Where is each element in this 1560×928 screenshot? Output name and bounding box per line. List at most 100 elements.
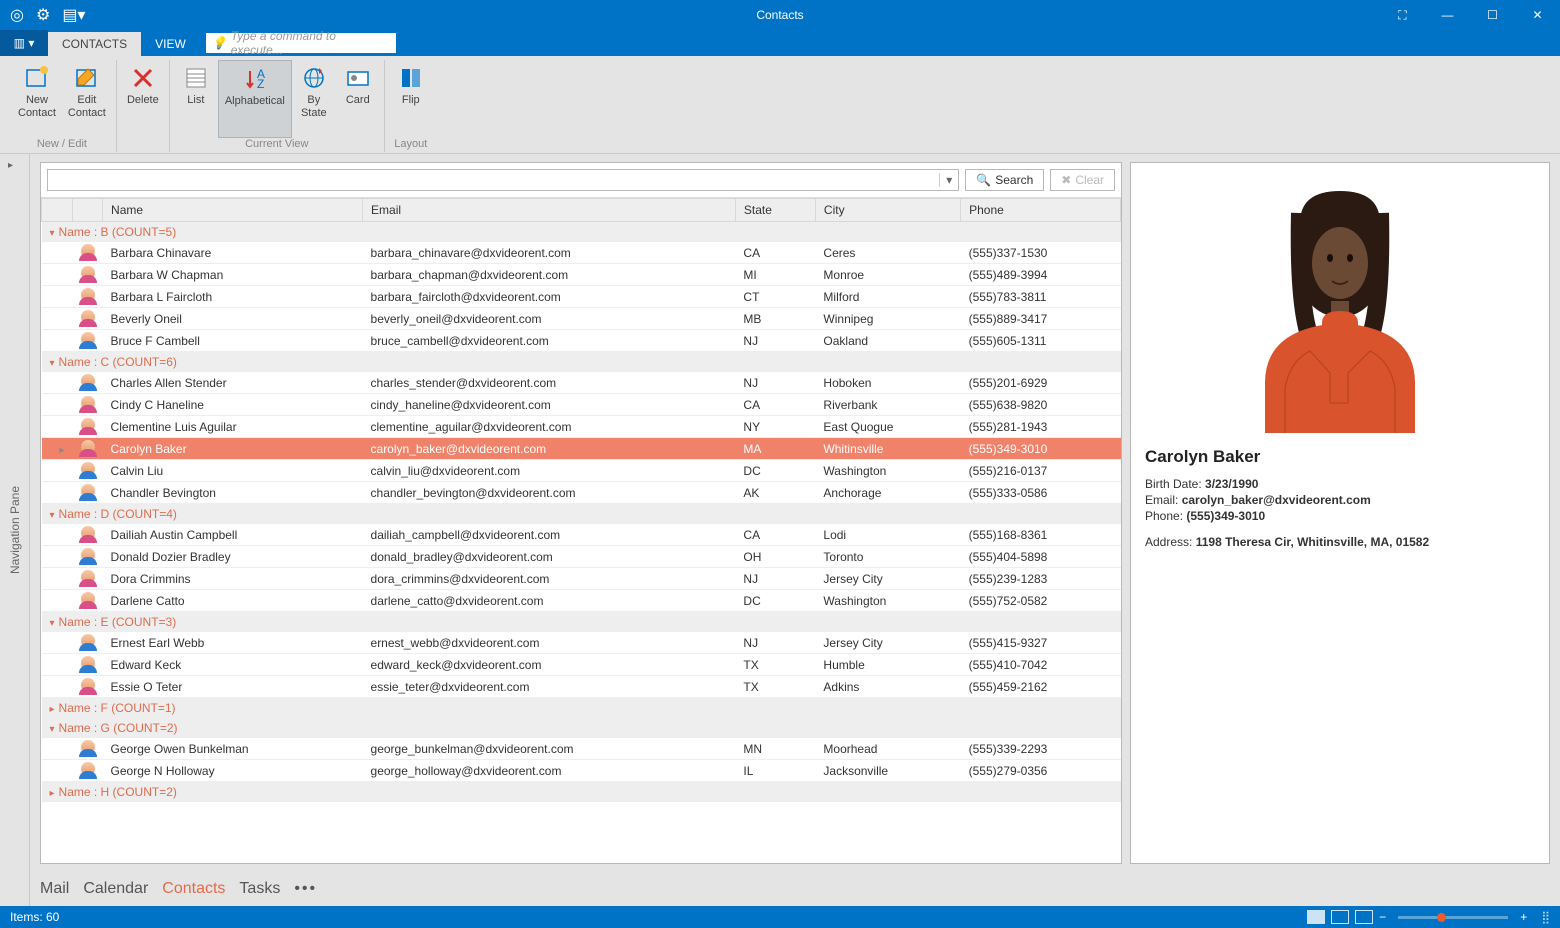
group-row[interactable]: ▾Name : C (COUNT=6) [42,352,1121,373]
fullscreen-icon[interactable]: ⛶ [1380,0,1425,30]
nav-tasks[interactable]: Tasks [239,880,280,898]
module-nav: Mail Calendar Contacts Tasks ••• [30,872,1560,906]
gear-icon[interactable]: ⚙ [36,5,50,25]
cell-state: TX [735,676,815,698]
flip-button[interactable]: Flip [389,60,433,138]
clear-button[interactable]: ✖Clear [1050,169,1115,191]
delete-icon [129,64,157,92]
cell-state: MB [735,308,815,330]
person-icon [81,462,95,476]
search-button[interactable]: 🔍Search [965,169,1044,191]
minimize-button[interactable]: — [1425,0,1470,30]
chevron-icon: ▸ [50,788,55,799]
svg-text:Z: Z [257,77,264,91]
palette-icon[interactable]: ▤▾ [62,5,85,25]
resize-grip-icon[interactable]: ⣿ [1541,910,1550,924]
cell-city: Moorhead [815,738,960,760]
group-row[interactable]: ▸Name : F (COUNT=1) [42,698,1121,719]
bulb-icon: 💡 [212,36,227,50]
table-row[interactable]: Chandler Bevingtonchandler_bevington@dxv… [42,482,1121,504]
table-row[interactable]: Calvin Liucalvin_liu@dxvideorent.comDCWa… [42,460,1121,482]
group-row[interactable]: ▾Name : E (COUNT=3) [42,612,1121,633]
file-menu[interactable]: ▥ ▾ [0,30,48,56]
person-icon [81,266,95,280]
cell-name: Beverly Oneil [103,308,363,330]
cell-city: Milford [815,286,960,308]
person-icon [81,310,95,324]
table-row[interactable]: ▸Carolyn Bakercarolyn_baker@dxvideorent.… [42,438,1121,460]
ribbon-group-current-view: List AZ Alphabetical By State Card Curre… [170,60,385,152]
nav-more[interactable]: ••• [294,880,317,898]
nav-contacts[interactable]: Contacts [162,880,225,898]
view-list-button[interactable]: List [174,60,218,138]
table-row[interactable]: George N Hollowaygeorge_holloway@dxvideo… [42,760,1121,782]
table-row[interactable]: Beverly Oneilbeverly_oneil@dxvideorent.c… [42,308,1121,330]
tab-view[interactable]: VIEW [141,32,200,56]
table-row[interactable]: Charles Allen Stendercharles_stender@dxv… [42,372,1121,394]
tab-contacts[interactable]: CONTACTS [48,32,141,56]
zoom-in-icon[interactable]: + [1520,910,1527,924]
cell-email: essie_teter@dxvideorent.com [363,676,736,698]
grid-search-input[interactable]: ▾ [47,169,959,191]
delete-button[interactable]: Delete [121,60,165,138]
cell-email: carolyn_baker@dxvideorent.com [363,438,736,460]
window-title: Contacts [756,8,803,22]
zoom-out-icon[interactable]: − [1379,910,1386,924]
ribbon-group-new-edit: New Contact Edit Contact New / Edit [8,60,117,152]
view-alphabetical-button[interactable]: AZ Alphabetical [218,60,292,138]
table-row[interactable]: Edward Keckedward_keck@dxvideorent.comTX… [42,654,1121,676]
table-row[interactable]: Cindy C Hanelinecindy_haneline@dxvideore… [42,394,1121,416]
cell-phone: (555)168-8361 [961,524,1121,546]
col-city[interactable]: City [815,199,960,222]
command-search[interactable]: 💡 Type a command to execute... [206,33,396,53]
table-row[interactable]: Barbara L Fairclothbarbara_faircloth@dxv… [42,286,1121,308]
table-row[interactable]: Bruce F Cambellbruce_cambell@dxvideorent… [42,330,1121,352]
cell-phone: (555)337-1530 [961,242,1121,264]
table-row[interactable]: Barbara Chinavarebarbara_chinavare@dxvid… [42,242,1121,264]
edit-contact-button[interactable]: Edit Contact [62,60,112,138]
table-row[interactable]: Dailiah Austin Campbelldailiah_campbell@… [42,524,1121,546]
chevron-icon: ▾ [50,618,55,629]
view-card-button[interactable]: Card [336,60,380,138]
close-button[interactable]: ✕ [1515,0,1560,30]
cell-city: Adkins [815,676,960,698]
title-bar: ◎ ⚙ ▤▾ Contacts ⛶ — ☐ ✕ [0,0,1560,30]
new-contact-button[interactable]: New Contact [12,60,62,138]
cell-name: Charles Allen Stender [103,372,363,394]
view-by-state-button[interactable]: By State [292,60,336,138]
table-row[interactable]: Clementine Luis Aguilarclementine_aguila… [42,416,1121,438]
table-row[interactable]: Essie O Teteressie_teter@dxvideorent.com… [42,676,1121,698]
cell-name: Dora Crimmins [103,568,363,590]
group-row[interactable]: ▸Name : H (COUNT=2) [42,782,1121,803]
cell-phone: (555)239-1283 [961,568,1121,590]
cell-city: Hoboken [815,372,960,394]
col-state[interactable]: State [735,199,815,222]
compass-icon[interactable]: ◎ [10,5,24,25]
chevron-down-icon[interactable]: ▾ [939,173,958,187]
view-mode-1[interactable] [1307,910,1325,924]
ribbon-group-delete: Delete [117,60,170,152]
table-row[interactable]: Barbara W Chapmanbarbara_chapman@dxvideo… [42,264,1121,286]
group-row[interactable]: ▾Name : G (COUNT=2) [42,718,1121,738]
col-phone[interactable]: Phone [961,199,1121,222]
nav-pane-collapsed[interactable]: ▸ Navigation Pane [0,154,30,906]
cell-email: barbara_faircloth@dxvideorent.com [363,286,736,308]
col-email[interactable]: Email [363,199,736,222]
group-row[interactable]: ▾Name : B (COUNT=5) [42,222,1121,243]
maximize-button[interactable]: ☐ [1470,0,1515,30]
cell-name: Clementine Luis Aguilar [103,416,363,438]
table-row[interactable]: Darlene Cattodarlene_catto@dxvideorent.c… [42,590,1121,612]
view-mode-3[interactable] [1355,910,1373,924]
group-label-current-view: Current View [245,138,308,150]
group-row[interactable]: ▾Name : D (COUNT=4) [42,504,1121,525]
table-row[interactable]: Dora Crimminsdora_crimmins@dxvideorent.c… [42,568,1121,590]
cell-state: NJ [735,568,815,590]
nav-calendar[interactable]: Calendar [83,880,148,898]
table-row[interactable]: Ernest Earl Webbernest_webb@dxvideorent.… [42,632,1121,654]
table-row[interactable]: Donald Dozier Bradleydonald_bradley@dxvi… [42,546,1121,568]
nav-mail[interactable]: Mail [40,880,69,898]
col-name[interactable]: Name [103,199,363,222]
view-mode-2[interactable] [1331,910,1349,924]
zoom-slider[interactable] [1398,916,1508,919]
table-row[interactable]: George Owen Bunkelmangeorge_bunkelman@dx… [42,738,1121,760]
